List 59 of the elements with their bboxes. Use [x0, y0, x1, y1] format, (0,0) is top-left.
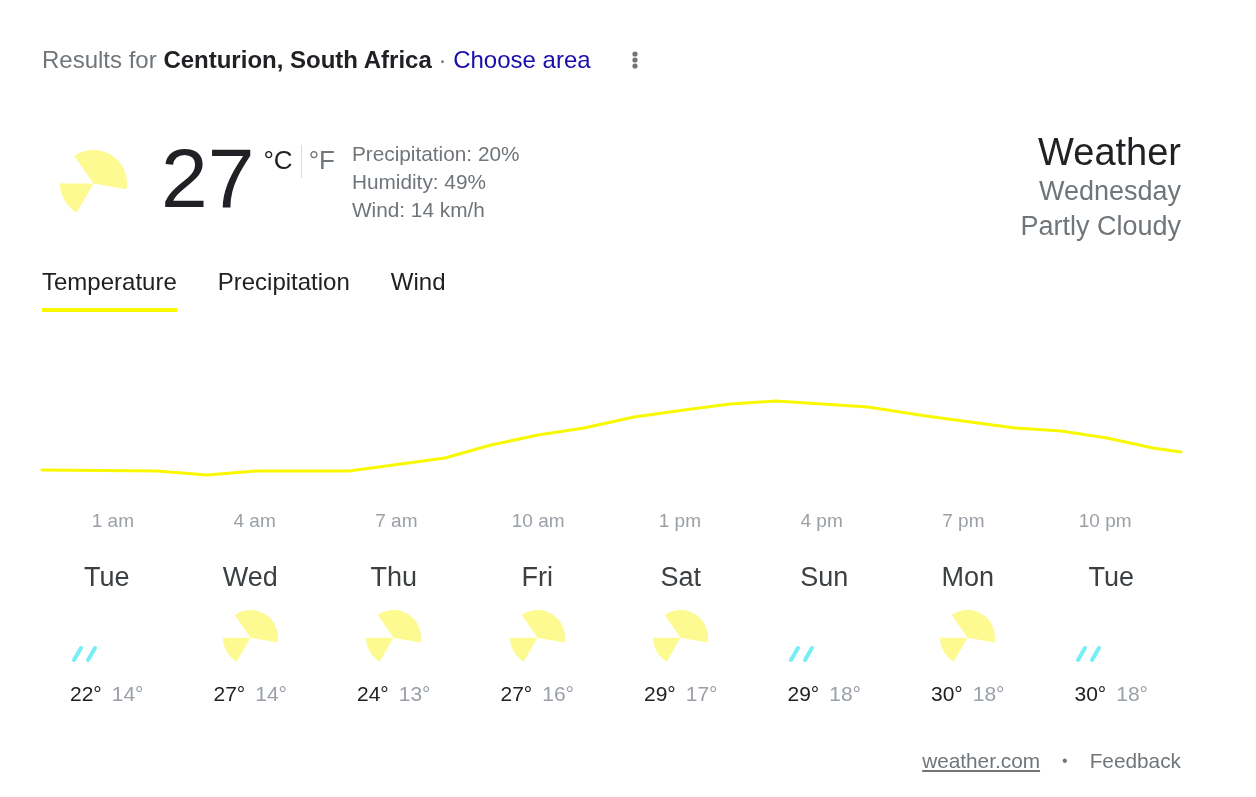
feedback-link[interactable]: Feedback [1089, 748, 1181, 774]
current-temperature: 27 [161, 136, 255, 220]
condition-text: Partly Cloudy [1020, 210, 1181, 243]
high-temperature: 29° [644, 681, 676, 707]
weekday-label: Tue [84, 561, 130, 593]
rain-icon [70, 645, 99, 663]
hour-label: 4 pm [800, 509, 843, 533]
high-temperature: 30° [1074, 681, 1107, 707]
low-temperature: 18° [972, 681, 1005, 707]
weather-title: Weather [1038, 130, 1181, 174]
bullet-separator: • [1062, 751, 1068, 771]
weekday-label: Fri [521, 561, 553, 593]
weekday-label: Wed [222, 561, 278, 593]
hour-label: 4 am [233, 509, 276, 533]
sun-icon [653, 610, 709, 662]
low-temperature: 14° [255, 681, 287, 707]
low-temperature: 18° [829, 681, 861, 707]
low-temperature: 13° [398, 681, 431, 707]
sun-icon [366, 610, 422, 662]
high-temperature: 30° [931, 681, 963, 707]
high-temperature: 29° [787, 681, 820, 707]
sun-icon [509, 610, 565, 662]
high-temperature: 24° [357, 681, 389, 707]
sun-icon [60, 150, 127, 213]
weather-detail-text: Precipitation: 20% [351, 141, 520, 167]
location-results-text: Results for Centurion, South Africa · Choose area [42, 46, 591, 74]
chart-tab[interactable]: Wind [390, 268, 446, 312]
hour-label: 1 pm [658, 509, 701, 533]
weekday-label: Mon [941, 561, 994, 593]
sun-icon [940, 610, 996, 662]
more-options-icon[interactable] [631, 51, 638, 69]
weather-detail-text: Wind: 14 km/h [351, 197, 485, 223]
unit-toggle[interactable]: °C [263, 145, 293, 175]
low-temperature: 14° [111, 681, 144, 707]
low-temperature: 17° [685, 681, 718, 707]
weekday-label: Thu [370, 561, 417, 593]
chart-tab[interactable]: Temperature [42, 268, 177, 312]
rain-icon [1075, 645, 1104, 663]
high-temperature: 22° [70, 681, 102, 707]
weekday-label: Sun [800, 561, 849, 593]
choose-area-link[interactable]: Choose area [453, 46, 591, 73]
chart-tab[interactable]: Precipitation [217, 268, 350, 312]
high-temperature: 27° [500, 681, 533, 707]
low-temperature: 16° [542, 681, 574, 707]
weekday-label: Sat [660, 561, 701, 593]
hour-label: 7 pm [942, 509, 985, 533]
weekday-text: Wednesday [1038, 175, 1181, 208]
source-link[interactable]: weather.com [922, 748, 1041, 774]
weekday-label: Tue [1088, 561, 1134, 593]
hour-label: 7 am [375, 509, 418, 533]
unit-toggle[interactable]: °F [308, 145, 335, 175]
weather-detail-text: Humidity: 49% [351, 169, 486, 195]
hour-label: 10 am [511, 509, 565, 533]
hour-label: 1 am [91, 509, 134, 533]
hour-label: 10 pm [1078, 509, 1132, 533]
rain-icon [788, 645, 817, 663]
high-temperature: 27° [213, 681, 246, 707]
sun-icon [222, 610, 278, 662]
low-temperature: 18° [1116, 681, 1148, 707]
